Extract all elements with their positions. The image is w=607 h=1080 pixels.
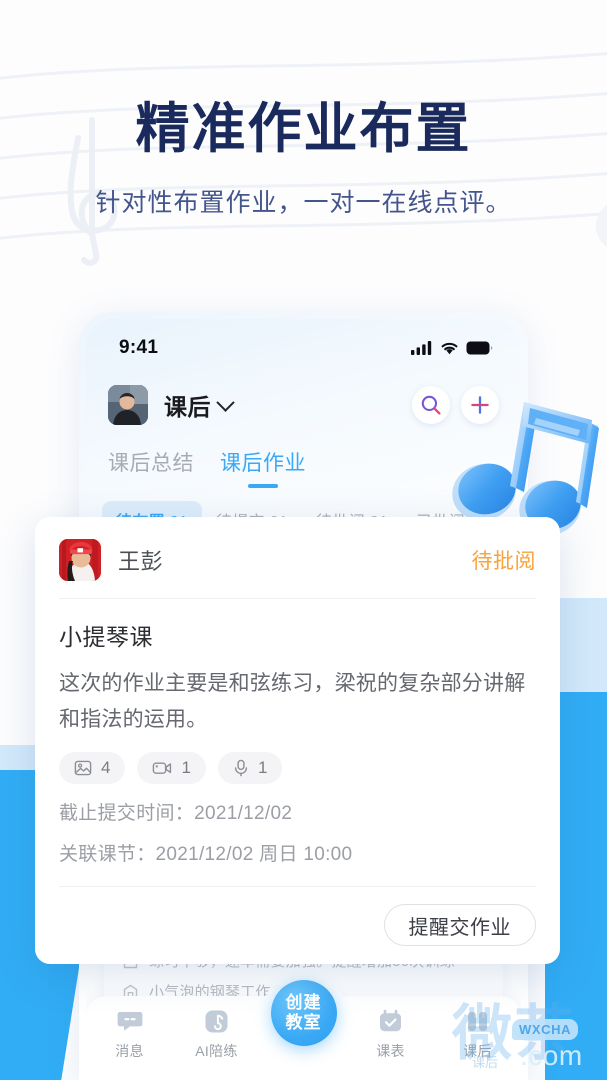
chip-count: 1 — [181, 758, 191, 777]
remind-submit-button[interactable]: 提醒交作业 — [383, 904, 536, 946]
microphone-icon — [234, 759, 248, 777]
app-title: 课后 — [164, 394, 211, 420]
watermark-badge: WXCHA — [512, 1019, 579, 1040]
cellular-signal-icon — [411, 341, 432, 355]
teacher-avatar[interactable] — [108, 385, 148, 425]
status-time: 9:41 — [119, 337, 159, 358]
watermark-domain: .com — [520, 1040, 583, 1071]
chip-count: 4 — [101, 758, 111, 777]
assignment-card-header: 王彭 待批阅 — [59, 539, 536, 599]
status-bar: 9:41 — [86, 333, 521, 363]
tab-course-homework[interactable]: 课后作业 — [220, 447, 306, 488]
video-icon — [153, 762, 172, 774]
battery-icon — [466, 341, 493, 355]
page-subtitle: 针对性布置作业，一对一在线点评。 — [95, 189, 512, 217]
image-icon — [74, 760, 92, 776]
chip-images[interactable]: 4 — [59, 752, 126, 784]
fab-label-line2: 教室 — [285, 1013, 322, 1032]
music-note-icon — [204, 1008, 230, 1034]
chip-audio[interactable]: 1 — [217, 752, 283, 784]
student-avatar[interactable] — [59, 539, 101, 581]
assignment-description: 这次的作业主要是和弦练习，梁祝的复杂部分讲解和指法的运用。 — [59, 672, 526, 731]
tab-course-summary[interactable]: 课后总结 — [108, 447, 194, 488]
fab-label-line1: 创建 — [285, 993, 322, 1012]
assignment-card-footer: 提醒交作业 — [59, 886, 536, 964]
wifi-icon — [441, 342, 458, 355]
nav-label: 消息 — [115, 1043, 144, 1059]
status-badge: 待批阅 — [471, 550, 536, 573]
nav-label: AI陪练 — [195, 1043, 238, 1059]
page-root: 精准作业布置 针对性布置作业，一对一在线点评。 9:41 课后 课后总结 课后作… — [0, 0, 607, 1080]
nav-label: 课表 — [376, 1043, 405, 1059]
status-icons — [411, 341, 493, 355]
create-classroom-fab[interactable]: 创建 教室 — [270, 980, 337, 1046]
main-tabs: 课后总结 课后作业 — [108, 447, 306, 488]
assignment-deadline: 截止提交时间：2021/12/02 — [59, 803, 293, 824]
calendar-check-icon — [378, 1008, 404, 1034]
assignment-card[interactable]: 王彭 待批阅 小提琴课 这次的作业主要是和弦练习，梁祝的复杂部分讲解和指法的运用… — [35, 517, 560, 964]
nav-item-messages[interactable]: 消息 — [86, 1008, 173, 1061]
watermark-sublabel: 课后 — [472, 1055, 499, 1070]
message-icon — [117, 1008, 143, 1034]
chip-videos[interactable]: 1 — [137, 752, 206, 784]
student-name: 王彭 — [118, 549, 164, 574]
nav-item-schedule[interactable]: 课表 — [347, 1008, 434, 1061]
chevron-down-icon[interactable] — [216, 392, 235, 412]
page-title: 精准作业布置 — [135, 99, 472, 159]
assignment-linked-lesson: 关联课节：2021/12/02 周日 10:00 — [59, 844, 353, 865]
chip-count: 1 — [257, 758, 268, 777]
nav-item-ai-practice[interactable]: AI陪练 — [173, 1008, 260, 1061]
attachment-chips: 4 1 1 — [59, 752, 536, 784]
assignment-title: 小提琴课 — [59, 624, 153, 650]
